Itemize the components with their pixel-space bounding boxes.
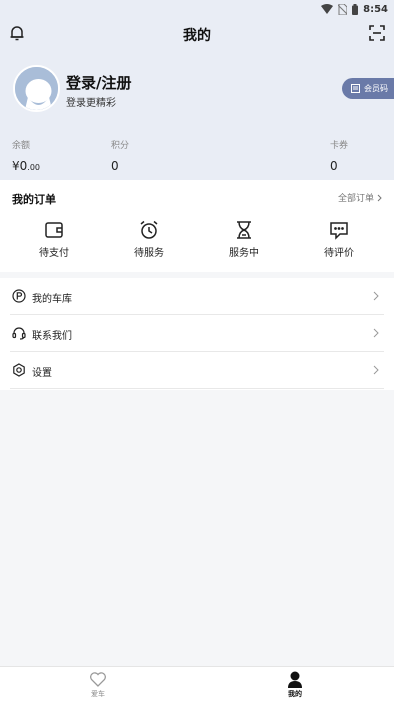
battery-icon: [352, 3, 359, 15]
hourglass-icon: [237, 221, 251, 239]
user-icon: [288, 671, 302, 688]
page-title: 我的: [183, 28, 211, 44]
chevron-right-icon: [377, 194, 382, 201]
all-orders-label: 全部订单: [337, 194, 374, 204]
order-pending-review-label: 待评价: [324, 248, 354, 259]
balance-value: ¥0.00: [12, 159, 40, 173]
chevron-right-icon: [373, 328, 379, 338]
order-in-service[interactable]: 服务中: [214, 220, 274, 259]
coupons-label: 卡券: [330, 141, 349, 151]
balance-value-main: ¥0: [12, 159, 28, 173]
settings-icon: [13, 363, 25, 377]
balance-value-decimal: .00: [27, 163, 41, 172]
comment-icon: [330, 222, 348, 240]
chevron-right-icon: [373, 365, 379, 375]
tab-car[interactable]: 爱车: [68, 671, 128, 699]
chevron-right-icon: [373, 291, 379, 301]
balance-stat[interactable]: 余额 ¥0.00: [12, 138, 40, 173]
points-label: 积分: [111, 141, 130, 151]
heart-icon: [90, 672, 106, 687]
parking-icon: [12, 289, 26, 303]
login-register-link[interactable]: 登录/注册: [66, 72, 131, 93]
points-value: 0: [111, 159, 119, 173]
headset-icon: [12, 327, 26, 340]
wallet-icon: [45, 222, 63, 238]
all-orders-link[interactable]: 全部订单: [338, 191, 382, 204]
scan-icon[interactable]: [369, 25, 385, 41]
no-sim-icon: [338, 3, 348, 15]
order-in-service-label: 服务中: [229, 248, 259, 259]
menu-item-contact[interactable]: 联系我们: [10, 315, 384, 352]
bottom-tab-bar: 爱车 我的: [0, 666, 394, 702]
balance-label: 余额: [12, 141, 31, 151]
orders-title: 我的订单: [12, 193, 56, 206]
order-pending-service[interactable]: 待服务: [119, 220, 179, 259]
menu-item-garage[interactable]: 我的车库: [10, 278, 384, 315]
menu-item-settings-label: 设置: [32, 368, 52, 379]
order-pending-service-label: 待服务: [134, 248, 164, 259]
qrcode-icon: [351, 84, 360, 93]
points-stat[interactable]: 积分 0: [111, 138, 129, 173]
tab-car-label: 爱车: [91, 690, 105, 698]
wifi-icon: [321, 4, 334, 14]
tab-mine[interactable]: 我的: [265, 671, 325, 699]
avatar[interactable]: [13, 65, 60, 112]
status-time: 8:54: [363, 3, 388, 15]
tab-mine-label: 我的: [288, 690, 302, 698]
nav-bar: 我的: [0, 18, 394, 50]
member-code-button[interactable]: 会员码: [342, 78, 394, 99]
order-pending-payment[interactable]: 待支付: [24, 220, 84, 259]
member-code-label: 会员码: [364, 84, 388, 93]
status-bar: 8:54: [0, 0, 394, 18]
alarm-clock-icon: [140, 220, 158, 239]
orders-card: 我的订单 全部订单 待支付 待服务 服务中 待评价: [0, 180, 394, 272]
menu-item-settings[interactable]: 设置: [10, 352, 384, 389]
coupons-stat[interactable]: 卡券 0: [330, 138, 348, 173]
coupons-value: 0: [330, 159, 338, 173]
menu-item-contact-label: 联系我们: [32, 331, 72, 342]
order-pending-review[interactable]: 待评价: [309, 220, 369, 259]
login-subtitle: 登录更精彩: [66, 98, 116, 109]
order-pending-payment-label: 待支付: [39, 248, 69, 259]
menu-item-garage-label: 我的车库: [32, 294, 72, 305]
menu-list: 我的车库 联系我们 设置: [0, 278, 394, 390]
